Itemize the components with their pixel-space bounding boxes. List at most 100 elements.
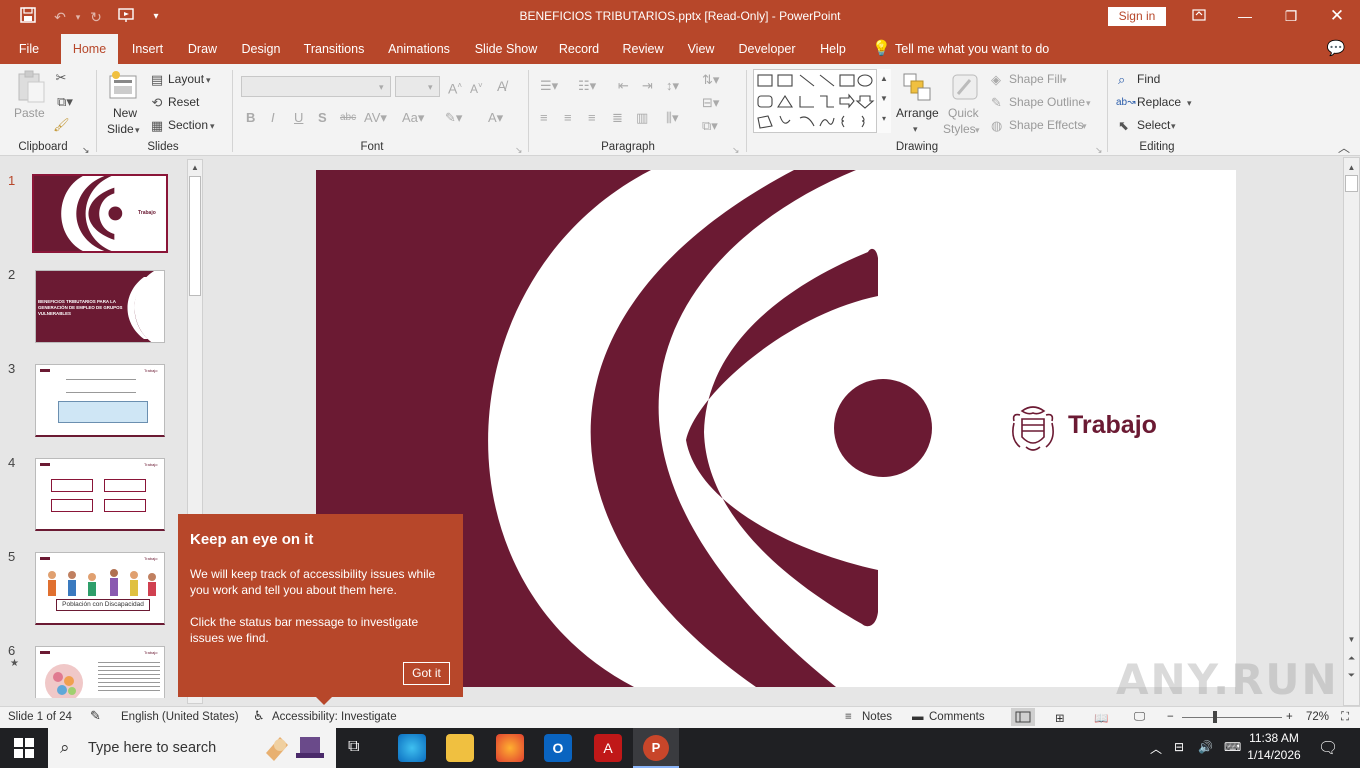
got-it-button[interactable]: Got it (403, 662, 450, 685)
shape-effects-icon[interactable]: ◍ (991, 118, 1002, 134)
section-dropdown-icon[interactable]: ▾ (210, 118, 215, 134)
paste-button[interactable]: Paste (14, 106, 45, 120)
find-button[interactable]: Find (1137, 72, 1160, 86)
close-icon[interactable]: ✕ (1314, 0, 1360, 32)
replace-dropdown-icon[interactable]: ▾ (1187, 95, 1192, 111)
strikethrough-icon[interactable]: abc (340, 110, 356, 126)
find-icon[interactable]: ⌕ (1118, 72, 1125, 88)
notes-button[interactable]: Notes (862, 711, 892, 723)
thumbnail-slide-3[interactable]: Trabajo (35, 364, 165, 437)
shapes-gallery-scroll[interactable]: ▲ ▼ ▾ (876, 69, 891, 133)
italic-icon[interactable]: I (271, 110, 275, 126)
character-spacing-icon[interactable]: AV▾ (364, 110, 387, 126)
thumbnail-slide-6[interactable]: Trabajo (35, 646, 165, 698)
zoom-level[interactable]: 72% (1306, 711, 1329, 723)
font-color-icon[interactable]: A▾ (488, 110, 503, 126)
new-slide-label-2[interactable]: Slide (107, 122, 134, 136)
font-launcher-icon[interactable]: ↘ (515, 142, 523, 158)
align-right-icon[interactable]: ≡ (588, 110, 596, 126)
shape-fill-dropdown-icon[interactable]: ▾ (1062, 72, 1067, 88)
task-view-icon[interactable]: ⧉ (348, 738, 359, 756)
highlight-color-icon[interactable]: ✎▾ (445, 110, 462, 126)
previous-slide-icon[interactable]: ⏶ (1343, 650, 1360, 666)
align-left-icon[interactable]: ≡ (540, 110, 548, 126)
change-case-icon[interactable]: Aa▾ (402, 110, 424, 126)
tab-design[interactable]: Design (235, 34, 287, 64)
file-explorer-icon[interactable] (446, 734, 474, 762)
acrobat-icon[interactable]: A (594, 734, 622, 762)
input-indicator-icon[interactable]: ⌨ (1224, 740, 1241, 754)
outlook-icon[interactable]: O (544, 734, 572, 762)
line-spacing-icon[interactable]: ↕▾ (666, 78, 679, 94)
replace-icon[interactable]: ab↝ (1116, 95, 1136, 111)
shape-outline-button[interactable]: Shape Outline (1009, 95, 1085, 109)
show-hidden-icons[interactable]: ︿ (1150, 740, 1162, 757)
drawing-launcher-icon[interactable]: ↘ (1095, 142, 1103, 158)
restore-icon[interactable]: ❐ (1268, 0, 1314, 32)
section-icon[interactable]: ▦ (149, 118, 165, 134)
slide-show-icon[interactable]: 🖵 (1134, 711, 1145, 724)
quick-styles-label-2[interactable]: Styles (943, 122, 976, 136)
tab-animations[interactable]: Animations (382, 34, 456, 64)
ribbon-display-options-icon[interactable] (1176, 0, 1222, 32)
comments-button[interactable]: Comments (929, 711, 985, 723)
tab-home[interactable]: Home (61, 34, 118, 64)
bold-icon[interactable]: B (246, 110, 255, 126)
copy-icon[interactable]: ⧉▾ (53, 94, 77, 110)
thumbnail-scroll-up-icon[interactable]: ▲ (187, 160, 203, 176)
new-slide-label[interactable]: New (113, 106, 137, 120)
edge-icon[interactable] (398, 734, 426, 762)
select-dropdown-icon[interactable]: ▾ (1171, 118, 1176, 134)
tab-file[interactable]: File (8, 34, 50, 64)
convert-smartart-icon[interactable]: ⧉▾ (702, 118, 718, 134)
powerpoint-taskbar-button[interactable]: P (633, 728, 679, 768)
tab-transitions[interactable]: Transitions (298, 34, 370, 64)
tab-developer[interactable]: Developer (734, 34, 800, 64)
slide-sorter-icon[interactable]: ⊞ (1055, 711, 1065, 725)
paragraph-launcher-icon[interactable]: ↘ (732, 142, 740, 158)
select-icon[interactable]: ⬉ (1118, 118, 1129, 134)
increase-font-size-icon[interactable]: A˄ (448, 78, 462, 97)
gallery-down-icon[interactable]: ▼ (877, 89, 891, 109)
layout-dropdown-icon[interactable]: ▾ (206, 72, 211, 88)
volume-icon[interactable]: 🔊 (1198, 740, 1213, 754)
collapse-ribbon-icon[interactable]: ︿ (1338, 140, 1350, 156)
thumbnail-slide-1[interactable]: Trabajo (32, 174, 168, 253)
zoom-out-icon[interactable]: − (1167, 711, 1174, 723)
numbering-icon[interactable]: ☷▾ (578, 78, 596, 94)
cut-icon[interactable]: ✂ (53, 70, 69, 86)
next-slide-icon[interactable]: ⏷ (1343, 667, 1360, 683)
tab-help[interactable]: Help (812, 34, 854, 64)
tab-draw[interactable]: Draw (182, 34, 223, 64)
new-slide-icon[interactable] (108, 70, 140, 104)
arrange-button[interactable]: Arrange (896, 106, 939, 120)
slide-scroll-up-icon[interactable]: ▲ (1343, 160, 1360, 176)
layout-icon[interactable]: ▤ (149, 72, 165, 88)
paste-icon[interactable] (16, 70, 46, 104)
align-text-icon[interactable]: ⊟▾ (702, 95, 719, 111)
new-slide-dropdown-icon[interactable]: ▾ (135, 122, 140, 138)
clock-time[interactable]: 11:38 AM (1242, 731, 1306, 745)
comments-icon[interactable]: 💬 (1324, 34, 1348, 64)
distributed-icon[interactable]: ▥ (636, 110, 648, 126)
zoom-slider-thumb[interactable] (1213, 711, 1217, 723)
select-button[interactable]: Select (1137, 118, 1170, 132)
firefox-icon[interactable] (496, 734, 524, 762)
zoom-slider[interactable] (1182, 717, 1282, 718)
layout-button[interactable]: Layout (168, 72, 204, 86)
minimize-icon[interactable]: — (1222, 0, 1268, 32)
increase-indent-icon[interactable]: ⇥ (642, 78, 653, 94)
quick-styles-icon[interactable] (950, 72, 980, 102)
quick-styles-label[interactable]: Quick (948, 106, 979, 120)
clock-date[interactable]: 1/14/2026 (1242, 748, 1306, 762)
font-size-combo[interactable] (395, 76, 440, 97)
quick-styles-dropdown-icon[interactable]: ▾ (975, 122, 980, 138)
thumbnail-scroll-thumb[interactable] (189, 176, 201, 296)
shape-fill-button[interactable]: Shape Fill (1009, 72, 1062, 86)
accessibility-status[interactable]: Accessibility: Investigate (272, 711, 397, 723)
zoom-in-icon[interactable]: + (1286, 711, 1293, 723)
windows-start-icon[interactable] (14, 738, 34, 763)
section-button[interactable]: Section (168, 118, 208, 132)
spelling-icon[interactable]: ✎ (90, 708, 101, 724)
shape-outline-dropdown-icon[interactable]: ▾ (1086, 95, 1091, 111)
